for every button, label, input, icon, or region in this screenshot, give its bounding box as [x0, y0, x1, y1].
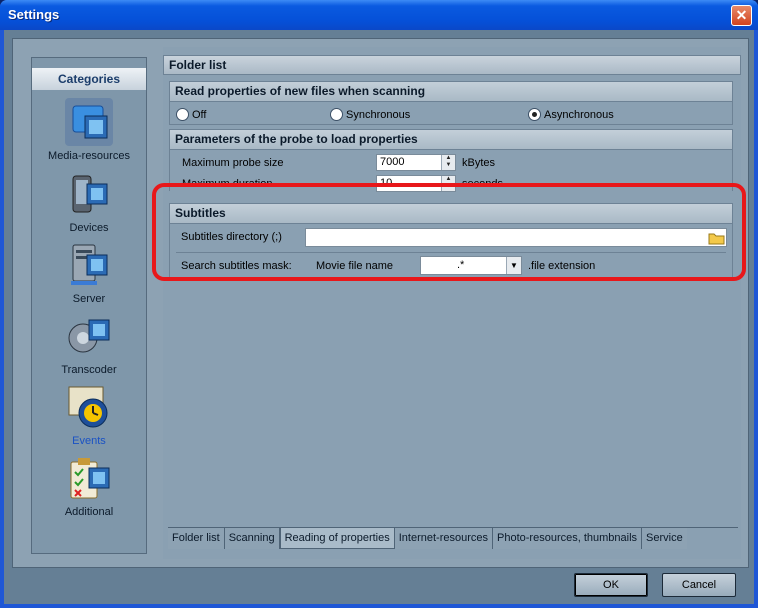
- transcoder-icon: [65, 312, 113, 360]
- close-icon: ✕: [735, 7, 748, 23]
- radio-synchronous[interactable]: Synchronous: [330, 108, 410, 121]
- max-probe-size-spinner[interactable]: 7000 ▲ ▼: [376, 154, 456, 171]
- tab-service[interactable]: Service: [642, 528, 687, 549]
- events-icon: [65, 383, 113, 431]
- read-properties-group: Read properties of new files when scanni…: [169, 81, 733, 125]
- read-properties-title: Read properties of new files when scanni…: [170, 82, 732, 102]
- radio-synchronous-label: Synchronous: [346, 108, 411, 121]
- tab-internet-resources[interactable]: Internet-resources: [394, 528, 494, 549]
- category-label: Devices: [69, 222, 109, 234]
- category-server[interactable]: Server: [32, 241, 146, 305]
- window-title: Settings: [8, 7, 60, 22]
- max-probe-size-label: Maximum probe size: [182, 157, 284, 169]
- category-media-resources[interactable]: Media-resources: [32, 98, 146, 162]
- max-probe-size-unit: kBytes: [462, 157, 496, 169]
- cancel-button[interactable]: Cancel: [662, 573, 736, 597]
- ok-button[interactable]: OK: [574, 573, 648, 597]
- category-label: Media-resources: [48, 150, 130, 162]
- categories-panel: Categories Media-resources Devices Serve…: [31, 57, 147, 554]
- category-label: Server: [72, 293, 106, 305]
- category-label: Transcoder: [61, 364, 117, 376]
- settings-window: Settings ✕ Categories Media-resources De…: [0, 0, 758, 608]
- close-button[interactable]: ✕: [731, 5, 752, 26]
- category-devices[interactable]: Devices: [32, 170, 146, 234]
- media-resources-icon: [65, 98, 113, 146]
- tab-folder-list[interactable]: Folder list: [168, 528, 225, 549]
- radio-synchronous-dot[interactable]: [330, 108, 343, 121]
- subtitles-highlight-outline: [152, 183, 746, 281]
- tab-photo-resources-thumbnails[interactable]: Photo-resources, thumbnails: [493, 528, 643, 549]
- server-icon: [65, 241, 113, 289]
- radio-off-label: Off: [192, 108, 207, 121]
- tab-strip: Folder list Scanning Reading of properti…: [168, 527, 738, 549]
- categories-header: Categories: [32, 68, 146, 90]
- radio-off-dot[interactable]: [176, 108, 189, 121]
- category-transcoder[interactable]: Transcoder: [32, 312, 146, 376]
- tab-reading-of-properties[interactable]: Reading of properties: [279, 528, 395, 549]
- probe-title: Parameters of the probe to load properti…: [170, 130, 732, 150]
- radio-off[interactable]: Off: [176, 108, 206, 121]
- category-label: Events: [72, 435, 106, 447]
- content-panel: Folder list Read properties of new files…: [163, 47, 741, 559]
- radio-asynchronous-label: Asynchronous: [544, 108, 614, 121]
- additional-icon: [65, 454, 113, 502]
- radio-asynchronous[interactable]: Asynchronous: [528, 108, 614, 121]
- tab-scanning[interactable]: Scanning: [224, 528, 280, 549]
- spinner-arrows-icon[interactable]: ▲ ▼: [441, 155, 455, 170]
- title-bar[interactable]: Settings ✕: [0, 0, 758, 30]
- main-frame: Categories Media-resources Devices Serve…: [12, 38, 749, 568]
- client-area: Categories Media-resources Devices Serve…: [4, 30, 754, 604]
- category-label: Additional: [64, 506, 114, 518]
- content-header: Folder list: [163, 55, 741, 75]
- category-additional[interactable]: Additional: [32, 454, 146, 518]
- max-probe-size-value: 7000: [380, 156, 405, 168]
- category-events[interactable]: Events: [32, 383, 146, 447]
- probe-group: Parameters of the probe to load properti…: [169, 129, 733, 192]
- devices-icon: [65, 170, 113, 218]
- radio-asynchronous-dot[interactable]: [528, 108, 541, 121]
